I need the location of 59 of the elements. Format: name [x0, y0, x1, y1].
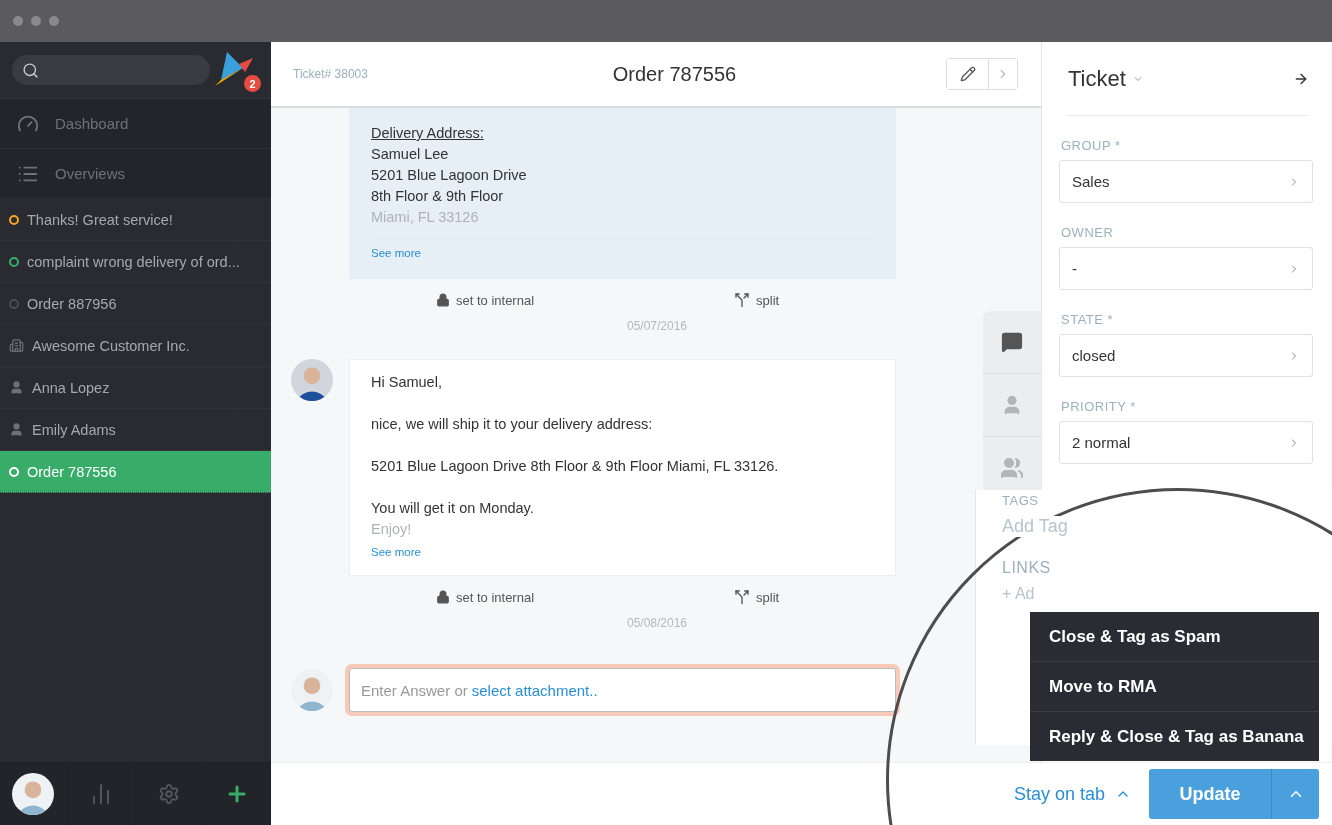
article-date: 05/08/2016 [625, 616, 689, 630]
article-paragraph: nice, we will ship it to your delivery address: [371, 415, 654, 434]
address-line: Samuel Lee [371, 145, 450, 164]
select-field[interactable]: closed [1059, 334, 1313, 377]
see-more-link[interactable]: See more [371, 238, 874, 259]
article-heading: Delivery Address: [371, 124, 485, 143]
nav-item[interactable]: Overviews [0, 149, 271, 199]
building-icon [9, 338, 24, 353]
split-link[interactable]: split [734, 589, 780, 605]
set-internal-link[interactable]: set to internal [436, 292, 535, 308]
notification-badge: 2 [244, 75, 261, 92]
split-link[interactable]: split [734, 292, 780, 308]
user-icon [9, 380, 24, 395]
links-label: LINKS [1002, 559, 1052, 577]
address-line: 5201 Blue Lagoon Drive [371, 166, 528, 185]
search-icon [22, 61, 39, 79]
ticket-number: Ticket# 38003 [293, 67, 369, 81]
field-label: PRIORITY * [1061, 399, 1137, 414]
stay-on-tab-link[interactable]: Stay on tab [1013, 783, 1131, 805]
ticket-title: Order 787556 [611, 62, 738, 86]
group-icon[interactable] [1000, 456, 1024, 480]
faded-line: Miami, FL 33126 [371, 208, 480, 227]
faded-line: Enjoy! [371, 520, 413, 539]
user-icon [9, 422, 24, 437]
next-button[interactable] [988, 59, 1017, 89]
select-field[interactable]: Sales [1059, 160, 1313, 203]
set-internal-link[interactable]: set to internal [436, 589, 535, 605]
split-icon [734, 589, 751, 605]
menu-item[interactable]: Close & Tag as Spam [1030, 612, 1319, 661]
select-field[interactable]: - [1059, 247, 1313, 290]
tags-label: TAGS [1002, 493, 1040, 508]
select-field[interactable]: 2 normal [1059, 421, 1313, 464]
window-dot[interactable] [13, 16, 23, 26]
article-paragraph: Hi Samuel, [371, 373, 443, 392]
lock-icon [436, 293, 450, 307]
field-label: STATE * [1061, 312, 1115, 327]
window-dot[interactable] [31, 16, 41, 26]
article-paragraph: 5201 Blue Lagoon Drive 8th Floor & 9th Floor Miami, FL 33126. [371, 457, 780, 476]
split-icon [734, 292, 751, 308]
article-paragraph: You will get it on Monday. [371, 499, 535, 518]
menu-item[interactable]: Reply & Close & Tag as Banana [1030, 711, 1319, 761]
attachment-link[interactable]: select attachment.. [471, 681, 598, 699]
lock-icon [436, 590, 450, 604]
avatar [291, 359, 333, 401]
panel-title[interactable]: Ticket [1068, 65, 1144, 92]
field-label: OWNER [1061, 225, 1115, 240]
nav-item[interactable]: Dashboard [0, 99, 271, 149]
window-dot[interactable] [49, 16, 59, 26]
field-label: GROUP * [1061, 138, 1122, 153]
menu-item[interactable]: Move to RMA [1030, 661, 1319, 711]
pencil-icon [959, 66, 976, 82]
avatar [12, 773, 55, 815]
settings-icon[interactable] [157, 783, 180, 805]
see-more-link[interactable]: See more [371, 546, 874, 558]
chat-icon[interactable] [1001, 331, 1023, 353]
article-date: 05/07/2016 [625, 319, 689, 333]
address-line: 8th Floor & 9th Floor [371, 187, 505, 206]
avatar [291, 669, 333, 711]
search-field[interactable] [12, 55, 210, 85]
